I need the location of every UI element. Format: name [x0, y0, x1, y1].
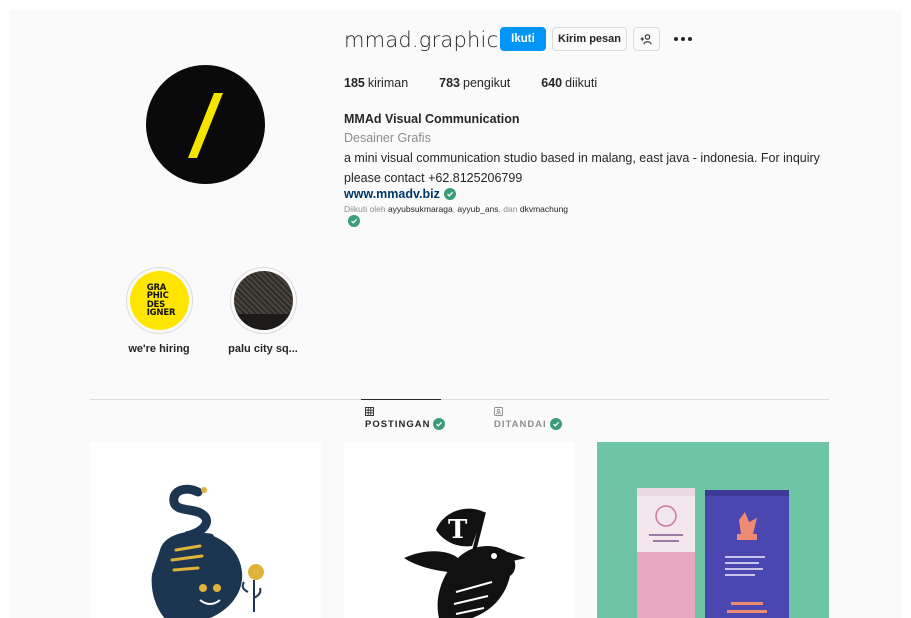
bio-description: a mini visual communication studio based…	[344, 151, 820, 185]
followed-by-text[interactable]: Diikuti oleh ayyubsukmaraga, ayyub_ans, …	[344, 204, 568, 214]
tiger-illustration-icon	[151, 484, 264, 618]
post-thumbnail-tiger[interactable]	[90, 442, 321, 618]
bird-with-flag-illustration-icon: T	[404, 508, 526, 618]
post-thumbnail-product[interactable]	[597, 442, 829, 618]
tabs-divider	[90, 399, 829, 400]
story-highlight[interactable]: GRA PHIC DES IGNER we're hiring	[114, 267, 204, 355]
tab-tagged[interactable]: DITANDAI	[494, 407, 562, 430]
verified-check-icon	[433, 418, 446, 430]
skincare-product-photo-icon	[597, 442, 829, 618]
follow-button[interactable]: Ikuti	[500, 27, 546, 51]
highlight-cover-graphic-designer: GRA PHIC DES IGNER	[129, 271, 189, 330]
followers-stat[interactable]: 783 pengikut	[439, 76, 510, 90]
add-person-icon	[640, 33, 652, 44]
highlight-cover-ring	[229, 267, 297, 334]
tab-posts-label: POSTINGAN	[365, 418, 431, 430]
tagged-user-icon	[494, 407, 503, 416]
profile-username: mmad.graphic	[344, 28, 499, 52]
tab-tagged-label: DITANDAI	[494, 418, 547, 430]
bio-full-name: MMAd Visual Communication	[344, 112, 520, 126]
highlight-label: palu city sq...	[228, 343, 298, 355]
highlight-cover-ring: GRA PHIC DES IGNER	[125, 267, 193, 334]
highlight-cover-text: GRA PHIC DES IGNER	[146, 282, 176, 318]
highlight-label: we're hiring	[128, 343, 190, 355]
bio-link-text[interactable]: www.mmadv.biz	[344, 187, 440, 201]
following-stat[interactable]: 640 diikuti	[541, 76, 597, 90]
verified-check-icon	[549, 418, 562, 430]
profile-avatar[interactable]	[146, 65, 265, 184]
highlight-cover-photo	[233, 271, 293, 330]
posts-stat: 185 kiriman	[344, 76, 409, 90]
profile-page: mmad.graphic Ikuti Kirim pesan 185 kirima…	[10, 10, 901, 618]
grid-icon	[365, 407, 374, 416]
svg-text:T: T	[448, 515, 468, 545]
profile-stats: 185 kiriman 783 pengikut 640 diikuti	[344, 76, 597, 90]
verified-check-icon	[348, 215, 360, 227]
slash-logo-icon	[188, 93, 223, 158]
bio-website-link[interactable]: www.mmadv.biz	[344, 187, 456, 201]
verified-check-icon	[443, 188, 456, 200]
send-message-button[interactable]: Kirim pesan	[552, 27, 627, 51]
story-highlight[interactable]: palu city sq...	[218, 267, 308, 355]
suggest-accounts-button[interactable]	[633, 27, 660, 51]
post-thumbnail-bird[interactable]: T	[344, 442, 575, 618]
more-options-button[interactable]	[669, 27, 697, 51]
tab-posts[interactable]: POSTINGAN	[365, 407, 446, 430]
active-tab-indicator	[361, 399, 441, 400]
more-options-icon	[674, 37, 678, 41]
bio-category: Desainer Grafis	[344, 131, 431, 145]
